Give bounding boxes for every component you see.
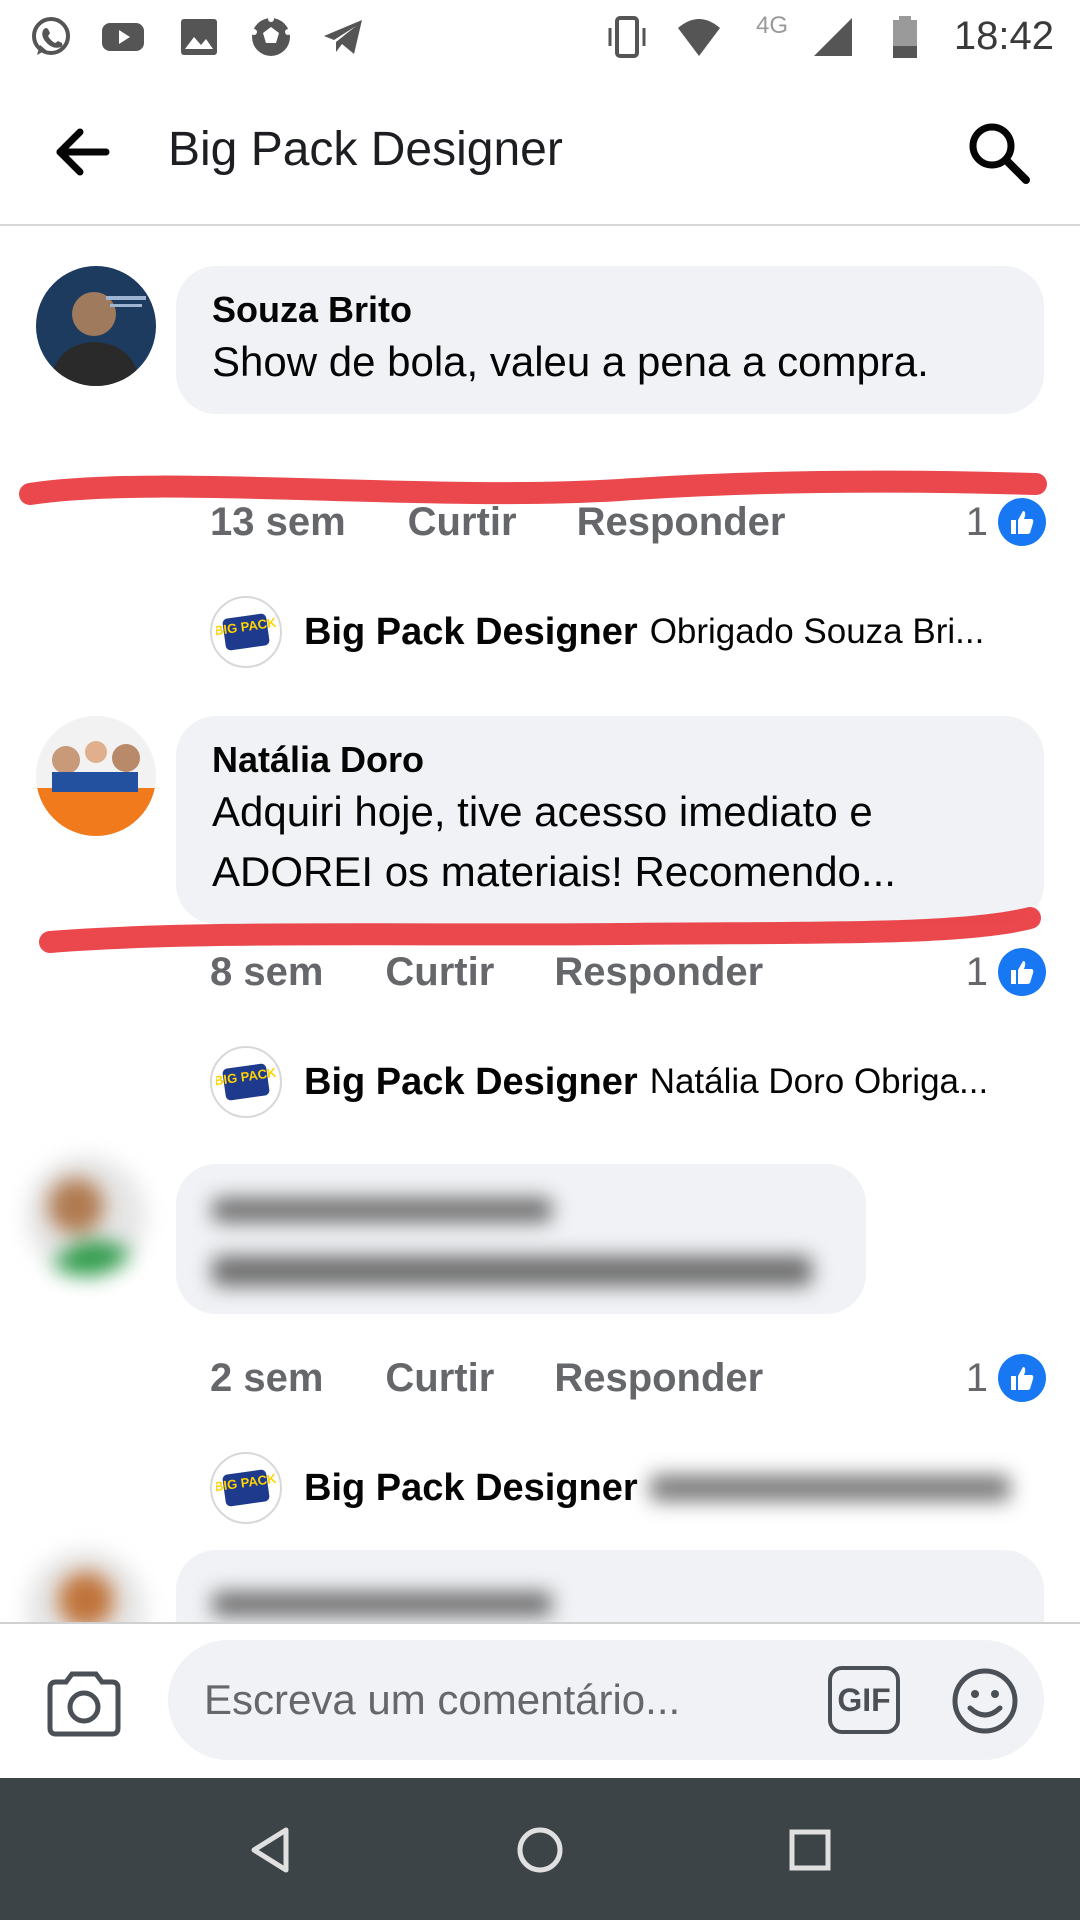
comment-author[interactable]: Natália Doro <box>212 738 1008 782</box>
like-button[interactable]: Curtir <box>385 1356 494 1401</box>
comment-time: 8 sem <box>210 949 324 994</box>
like-count: 1 <box>965 499 988 544</box>
app-header: Big Pack Designer <box>0 76 1080 226</box>
like-count: 1 <box>965 1355 988 1400</box>
comment-input[interactable] <box>204 1672 764 1728</box>
avatar[interactable] <box>26 1550 146 1622</box>
status-bar: 4G 18:42 <box>0 0 1080 76</box>
back-triangle-icon[interactable] <box>240 1820 300 1880</box>
signal-icon <box>814 18 852 56</box>
comment-input-container: GIF <box>168 1640 1044 1760</box>
soccer-ball-icon <box>251 16 291 56</box>
comment-bubble: Natália Doro Adquiri hoje, tive acesso i… <box>176 716 1044 924</box>
like-button[interactable]: Curtir <box>385 950 494 995</box>
telegram-icon <box>324 20 362 54</box>
home-circle-icon[interactable] <box>510 1820 570 1880</box>
comment-time: 13 sem <box>210 499 346 544</box>
reply-author: Big Pack Designer <box>304 1060 638 1103</box>
gallery-icon <box>181 19 217 55</box>
blurred-comment-content <box>212 1198 830 1286</box>
reply-preview[interactable]: BIG PACK Big Pack Designer Obrigado Souz… <box>210 594 1030 670</box>
like-button[interactable]: Curtir <box>408 500 517 545</box>
comment-text: Show de bola, valeu a pena a compra. <box>212 338 929 385</box>
reaction-count[interactable]: 1 <box>966 942 1046 1002</box>
comment-list[interactable]: Souza Brito Show de bola, valeu a pena a… <box>0 228 1080 1622</box>
reply-author: Big Pack Designer <box>304 1466 638 1509</box>
comment-bubble <box>176 1550 1044 1622</box>
thumbs-up-icon <box>998 948 1046 996</box>
smiley-icon[interactable] <box>950 1666 1020 1736</box>
gif-button[interactable]: GIF <box>828 1666 900 1734</box>
network-type: 4G <box>756 12 789 39</box>
comment-author[interactable]: Souza Brito <box>212 288 1008 332</box>
reply-preview[interactable]: BIG PACK Big Pack Designer <box>210 1450 1030 1526</box>
blurred-comment-content <box>212 1592 1008 1616</box>
comment-meta: 8 sem Curtir Responder <box>210 942 763 1002</box>
reply-button[interactable]: Responder <box>577 500 786 545</box>
like-count: 1 <box>965 949 988 994</box>
recent-apps-square-icon[interactable] <box>780 1820 840 1880</box>
page-title: Big Pack Designer <box>168 123 563 176</box>
avatar[interactable] <box>36 266 156 386</box>
blurred-reply-text <box>649 1475 1010 1501</box>
page-logo-avatar: BIG PACK <box>210 1046 282 1118</box>
thumbs-up-icon <box>998 1354 1046 1402</box>
reply-author: Big Pack Designer <box>304 610 638 653</box>
whatsapp-icon <box>32 17 70 55</box>
comment-bubble: Souza Brito Show de bola, valeu a pena a… <box>176 266 1044 414</box>
page-logo-avatar: BIG PACK <box>210 1452 282 1524</box>
reply-text: Obrigado Souza Bri... <box>649 612 985 651</box>
reaction-count[interactable]: 1 <box>966 1348 1046 1408</box>
vibrate-icon <box>608 16 646 58</box>
reply-button[interactable]: Responder <box>554 950 763 995</box>
reply-text: Natália Doro Obriga... <box>649 1062 989 1101</box>
comment-time: 2 sem <box>210 1355 324 1400</box>
avatar[interactable] <box>26 1156 146 1276</box>
wifi-icon <box>678 19 720 56</box>
reply-preview[interactable]: BIG PACK Big Pack Designer Natália Doro … <box>210 1044 1030 1120</box>
search-icon[interactable] <box>964 118 1034 188</box>
comment-meta: 13 sem Curtir Responder <box>210 492 786 552</box>
page-logo-avatar: BIG PACK <box>210 596 282 668</box>
avatar[interactable] <box>36 716 156 836</box>
youtube-icon <box>102 23 144 51</box>
comment-bubble <box>176 1164 866 1314</box>
reply-button[interactable]: Responder <box>554 1356 763 1401</box>
battery-icon <box>893 16 917 58</box>
comment-composer: GIF <box>0 1622 1080 1778</box>
system-nav-bar <box>0 1778 1080 1920</box>
comment-meta: 2 sem Curtir Responder <box>210 1348 763 1408</box>
camera-icon[interactable] <box>44 1668 124 1738</box>
clock: 18:42 <box>953 14 1054 58</box>
comment-text: Adquiri hoje, tive acesso imediato e ADO… <box>212 788 896 895</box>
arrow-left-icon[interactable] <box>52 122 112 182</box>
reaction-count[interactable]: 1 <box>966 492 1046 552</box>
thumbs-up-icon <box>998 498 1046 546</box>
